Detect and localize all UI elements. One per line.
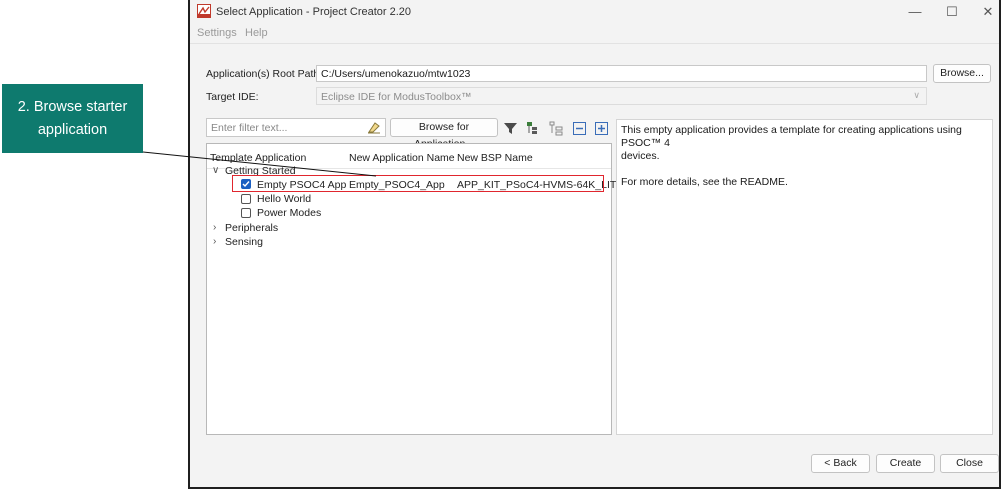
description-line-2: devices.	[621, 150, 660, 162]
annotation-callout: 2. Browse starter application	[2, 84, 143, 153]
chevron-right-icon[interactable]: ›	[213, 222, 216, 233]
root-path-label: Application(s) Root Path:	[206, 68, 323, 80]
back-button[interactable]: < Back	[811, 454, 870, 473]
target-ide-label: Target IDE:	[206, 91, 259, 103]
create-button[interactable]: Create	[876, 454, 935, 473]
browse-root-button[interactable]: Browse...	[933, 64, 991, 83]
template-name: Hello World	[257, 193, 312, 205]
close-button[interactable]: Close	[940, 454, 999, 473]
chevron-down-icon: ∨	[913, 90, 920, 100]
menu-help[interactable]: Help	[245, 27, 268, 39]
tree-view-icon[interactable]	[549, 121, 564, 136]
root-path-input[interactable]: C:/Users/umenokazuo/mtw1023	[316, 65, 927, 82]
filter-input[interactable]: Enter filter text...	[206, 118, 386, 137]
project-creator-app-icon	[197, 4, 211, 18]
template-name: Power Modes	[257, 207, 322, 219]
description-line-1: This empty application provides a templa…	[621, 124, 962, 149]
group-sensing[interactable]: Sensing	[225, 236, 263, 248]
callout-line-1: 2. Browse starter	[17, 98, 128, 115]
title-bar: Select Application - Project Creator 2.2…	[190, 0, 999, 24]
tree-filter-icon[interactable]	[526, 121, 541, 136]
target-ide-value: Eclipse IDE for ModusToolbox™	[321, 91, 472, 103]
browse-for-application-button[interactable]: Browse for Application...	[390, 118, 498, 150]
column-header-new-bsp[interactable]: New BSP Name	[457, 152, 533, 164]
menu-settings[interactable]: Settings	[197, 27, 237, 39]
filter-placeholder: Enter filter text...	[211, 122, 288, 134]
maximize-button[interactable]: ☐	[937, 2, 967, 22]
minimize-button[interactable]: —	[900, 2, 930, 22]
close-window-button[interactable]: ✕	[973, 2, 1003, 22]
column-header-template[interactable]: Template Application	[210, 152, 306, 164]
description-line-3: For more details, see the README.	[621, 176, 788, 188]
eraser-icon[interactable]	[367, 121, 381, 134]
filter-icon[interactable]	[503, 121, 518, 136]
column-header-new-app[interactable]: New Application Name	[349, 152, 455, 164]
menu-separator	[190, 43, 999, 44]
checkbox-unchecked[interactable]	[241, 194, 251, 204]
chevron-right-icon[interactable]: ›	[213, 236, 216, 247]
target-ide-select[interactable]: Eclipse IDE for ModusToolbox™ ∨	[316, 87, 927, 105]
chevron-down-icon[interactable]: ∨	[212, 165, 219, 176]
project-creator-window: Select Application - Project Creator 2.2…	[188, 0, 1001, 489]
collapse-all-icon[interactable]	[572, 121, 587, 136]
callout-line-2: application	[37, 121, 108, 138]
window-title: Select Application - Project Creator 2.2…	[216, 6, 412, 18]
description-panel: This empty application provides a templa…	[616, 119, 993, 435]
selection-highlight-box	[232, 175, 604, 192]
expand-all-icon[interactable]	[594, 121, 609, 136]
menu-bar: Settings Help	[190, 24, 999, 42]
checkbox-unchecked[interactable]	[241, 208, 251, 218]
group-peripherals[interactable]: Peripherals	[225, 222, 278, 234]
